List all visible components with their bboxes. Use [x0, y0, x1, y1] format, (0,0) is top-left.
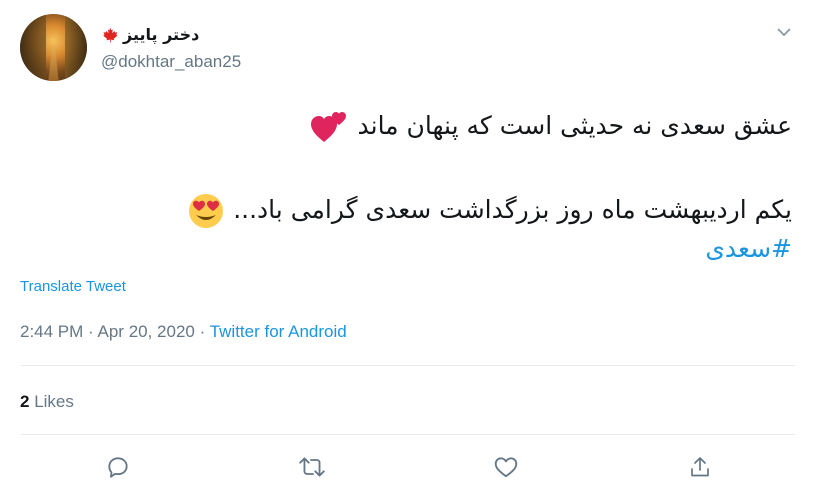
likes-label: Likes	[34, 392, 74, 411]
avatar[interactable]	[20, 14, 87, 81]
heart-icon	[494, 457, 518, 478]
likes-stat[interactable]: 2 Likes	[20, 392, 74, 412]
tweet-meta: 2:44 PM · Apr 20, 2020 · Twitter for And…	[20, 322, 347, 342]
divider	[20, 365, 796, 366]
reply-icon	[108, 457, 128, 478]
user-handle[interactable]: @dokhtar_aban25	[101, 52, 241, 72]
heart-eyes-emoji-icon	[189, 194, 224, 228]
likes-count: 2	[20, 392, 30, 411]
retweet-button[interactable]	[297, 452, 327, 482]
tweet-date[interactable]: Apr 20, 2020	[98, 322, 195, 341]
tweet-text-line-1: عشق سعدی نه حدیثی است که پنهان ماند	[310, 110, 792, 144]
two-hearts-icon	[310, 112, 346, 142]
translate-tweet-link[interactable]: Translate Tweet	[20, 278, 126, 295]
display-name[interactable]: دختر پاییز	[101, 25, 199, 44]
meta-separator: ·	[88, 322, 94, 341]
avatar-trees-left	[20, 14, 46, 81]
hashtag-link[interactable]: #سعدی	[705, 234, 792, 263]
retweet-icon	[299, 457, 325, 477]
tweet-text-line-1-text: عشق سعدی نه حدیثی است که پنهان ماند	[357, 111, 792, 140]
share-icon	[691, 457, 709, 477]
divider	[20, 434, 796, 435]
tweet-time[interactable]: 2:44 PM	[20, 322, 83, 341]
share-button[interactable]	[685, 452, 715, 482]
reply-button[interactable]	[103, 452, 133, 482]
meta-separator: ·	[199, 322, 206, 341]
tweet-text-line-2-text: یکم اردیبهشت ماه روز بزرگداشت سعدی گرامی…	[233, 195, 792, 224]
tweet-card: دختر پاییز @dokhtar_aban25 عشق سعدی نه ح…	[0, 0, 816, 500]
maple-leaf-icon	[103, 27, 118, 42]
tweet-text-line-2: یکم اردیبهشت ماه روز بزرگداشت سعدی گرامی…	[187, 192, 792, 230]
tweet-source-link[interactable]: Twitter for Android	[210, 322, 347, 341]
avatar-road	[48, 44, 59, 81]
chevron-down-icon[interactable]	[776, 24, 792, 40]
avatar-trees-right	[65, 14, 87, 81]
display-name-text: دختر پاییز	[123, 25, 200, 44]
like-button[interactable]	[491, 452, 521, 482]
